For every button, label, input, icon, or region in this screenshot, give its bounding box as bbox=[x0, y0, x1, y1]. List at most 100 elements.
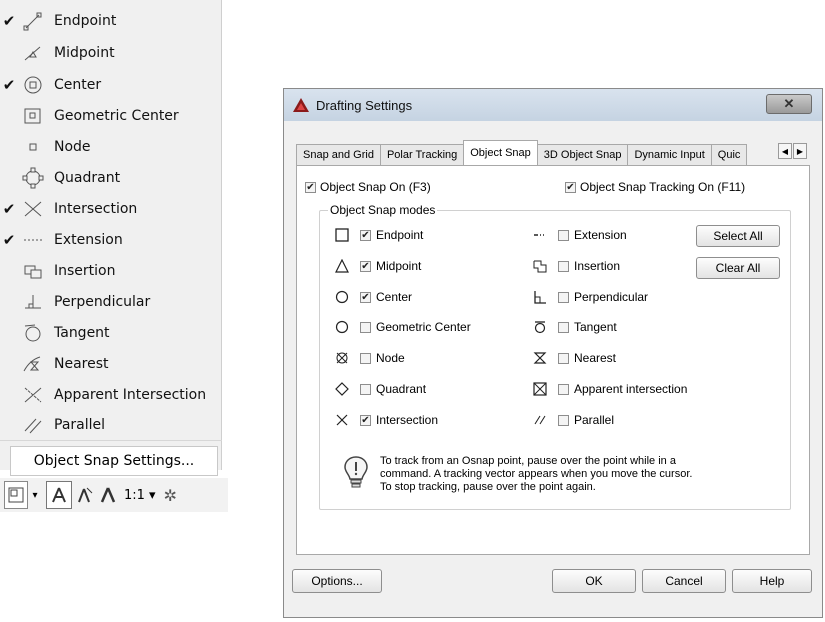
extension-symbol-icon bbox=[528, 226, 552, 244]
cancel-button[interactable]: Cancel bbox=[642, 569, 726, 593]
tab-polar-tracking[interactable]: Polar Tracking bbox=[379, 144, 465, 165]
tangent-checkbox[interactable] bbox=[558, 321, 569, 333]
select-all-button[interactable]: Select All bbox=[696, 225, 780, 247]
extension-icon bbox=[16, 229, 50, 251]
annotation-visibility-button[interactable] bbox=[46, 481, 72, 509]
autocad-logo-icon bbox=[293, 98, 309, 112]
quadrant-checkbox[interactable] bbox=[360, 383, 371, 395]
scroll-right-icon[interactable]: ▶ bbox=[793, 143, 807, 159]
menu-label: Geometric Center bbox=[54, 108, 179, 124]
chevron-down-icon[interactable]: ▾ bbox=[28, 482, 42, 508]
model-space-button[interactable] bbox=[4, 481, 28, 509]
midpoint-checkbox[interactable]: ✔ bbox=[360, 260, 371, 272]
nearest-checkbox[interactable] bbox=[558, 352, 569, 364]
dialog-titlebar[interactable]: Drafting Settings ✕ bbox=[284, 89, 822, 121]
intersection-icon bbox=[16, 198, 50, 220]
intersection-checkbox[interactable]: ✔ bbox=[360, 414, 371, 426]
node-checkbox[interactable] bbox=[360, 352, 371, 364]
insertion-checkbox[interactable] bbox=[558, 260, 569, 272]
menu-item-apparent-intersection[interactable]: Apparent Intersection bbox=[0, 380, 220, 410]
tab-3d-object-snap[interactable]: 3D Object Snap bbox=[536, 144, 629, 165]
mode-center: ✔ Center bbox=[330, 287, 412, 307]
menu-divider bbox=[0, 440, 222, 441]
menu-item-extension[interactable]: ✔ Extension bbox=[0, 225, 220, 255]
center-icon bbox=[16, 74, 50, 96]
hint-line: To track from an Osnap point, pause over… bbox=[380, 455, 676, 467]
mode-nearest: Nearest bbox=[528, 348, 616, 368]
insertion-symbol-icon bbox=[528, 257, 552, 275]
mode-endpoint: ✔ Endpoint bbox=[330, 225, 423, 245]
tab-dynamic-input[interactable]: Dynamic Input bbox=[627, 144, 712, 165]
mode-label: Quadrant bbox=[376, 382, 427, 396]
perpendicular-checkbox[interactable] bbox=[558, 291, 569, 303]
menu-item-intersection[interactable]: ✔ Intersection bbox=[0, 194, 220, 224]
menu-item-midpoint[interactable]: Midpoint bbox=[0, 38, 220, 68]
menu-item-endpoint[interactable]: ✔ Endpoint bbox=[0, 6, 220, 36]
tracking-hint: To track from an Osnap point, pause over… bbox=[342, 455, 770, 494]
object-snap-on-checkbox[interactable]: ✔ bbox=[305, 181, 316, 193]
mode-label: Tangent bbox=[574, 320, 617, 334]
tab-snap-and-grid[interactable]: Snap and Grid bbox=[296, 144, 381, 165]
insertion-icon bbox=[16, 260, 50, 282]
scale-dropdown[interactable]: 1:1 ▾ bbox=[124, 482, 156, 508]
menu-label: Perpendicular bbox=[54, 294, 151, 310]
mode-label: Nearest bbox=[574, 351, 617, 365]
mode-label: Geometric Center bbox=[376, 320, 471, 334]
auto-scale-icon bbox=[78, 487, 93, 503]
mode-label: Center bbox=[376, 290, 413, 304]
mode-geometric-center: Geometric Center bbox=[330, 317, 471, 337]
tab-quick-properties[interactable]: Quic bbox=[710, 144, 748, 165]
scroll-left-icon[interactable]: ◀ bbox=[778, 143, 792, 159]
endpoint-icon bbox=[16, 10, 50, 32]
menu-item-parallel[interactable]: Parallel bbox=[0, 410, 220, 440]
mode-label: Insertion bbox=[574, 259, 621, 273]
menu-item-quadrant[interactable]: Quadrant bbox=[0, 163, 220, 193]
mode-label: Midpoint bbox=[376, 259, 422, 273]
triangle-symbol-icon bbox=[330, 257, 354, 275]
menu-item-node[interactable]: Node bbox=[0, 132, 220, 162]
extension-checkbox[interactable] bbox=[558, 229, 569, 241]
object-snap-on-label: Object Snap On (F3) bbox=[320, 180, 431, 194]
square-symbol-icon bbox=[330, 226, 354, 244]
menu-item-tangent[interactable]: Tangent bbox=[0, 318, 220, 348]
apparent-intersection-checkbox[interactable] bbox=[558, 383, 569, 395]
annotation-toggle-button[interactable] bbox=[96, 482, 120, 508]
close-button[interactable]: ✕ bbox=[766, 94, 812, 114]
geometric-center-checkbox[interactable] bbox=[360, 321, 371, 333]
ok-button[interactable]: OK bbox=[552, 569, 636, 593]
options-button[interactable]: Options... bbox=[292, 569, 382, 593]
object-snap-settings-item[interactable]: Object Snap Settings... bbox=[10, 446, 218, 476]
mode-perpendicular: Perpendicular bbox=[528, 287, 648, 307]
object-snap-panel: ✔ Object Snap On (F3) ✔ Object Snap Trac… bbox=[296, 165, 810, 555]
object-snap-menu: ✔ Endpoint Midpoint ✔ Center Geometric C… bbox=[0, 0, 222, 470]
mode-quadrant: Quadrant bbox=[330, 379, 426, 399]
object-snap-modes-legend: Object Snap modes bbox=[328, 203, 438, 217]
mode-insertion: Insertion bbox=[528, 256, 620, 276]
help-button[interactable]: Help bbox=[732, 569, 812, 593]
endpoint-checkbox[interactable]: ✔ bbox=[360, 229, 371, 241]
diamond-symbol-icon bbox=[330, 380, 354, 398]
menu-label: Insertion bbox=[54, 263, 116, 279]
menu-item-insertion[interactable]: Insertion bbox=[0, 256, 220, 286]
node-symbol-icon bbox=[330, 349, 354, 367]
perpendicular-icon bbox=[16, 291, 50, 313]
menu-item-perpendicular[interactable]: Perpendicular bbox=[0, 287, 220, 317]
menu-item-center[interactable]: ✔ Center bbox=[0, 70, 220, 100]
menu-label: Nearest bbox=[54, 356, 109, 372]
menu-label: Center bbox=[54, 77, 102, 93]
center-checkbox[interactable]: ✔ bbox=[360, 291, 371, 303]
object-snap-tracking-checkbox[interactable]: ✔ bbox=[565, 181, 576, 193]
mode-tangent: Tangent bbox=[528, 317, 617, 337]
circle-symbol-icon bbox=[330, 318, 354, 336]
auto-scale-button[interactable] bbox=[72, 482, 96, 508]
menu-item-nearest[interactable]: Nearest bbox=[0, 349, 220, 379]
hint-text: To track from an Osnap point, pause over… bbox=[380, 455, 770, 494]
gear-icon[interactable]: ✲ bbox=[164, 482, 177, 508]
menu-item-geometric-center[interactable]: Geometric Center bbox=[0, 101, 220, 131]
object-snap-tracking-label: Object Snap Tracking On (F11) bbox=[580, 180, 746, 194]
tab-object-snap[interactable]: Object Snap bbox=[463, 140, 538, 165]
dialog-title: Drafting Settings bbox=[316, 97, 413, 113]
drafting-settings-dialog: Drafting Settings ✕ Snap and Grid Polar … bbox=[283, 88, 823, 618]
clear-all-button[interactable]: Clear All bbox=[696, 257, 780, 279]
parallel-checkbox[interactable] bbox=[558, 414, 569, 426]
